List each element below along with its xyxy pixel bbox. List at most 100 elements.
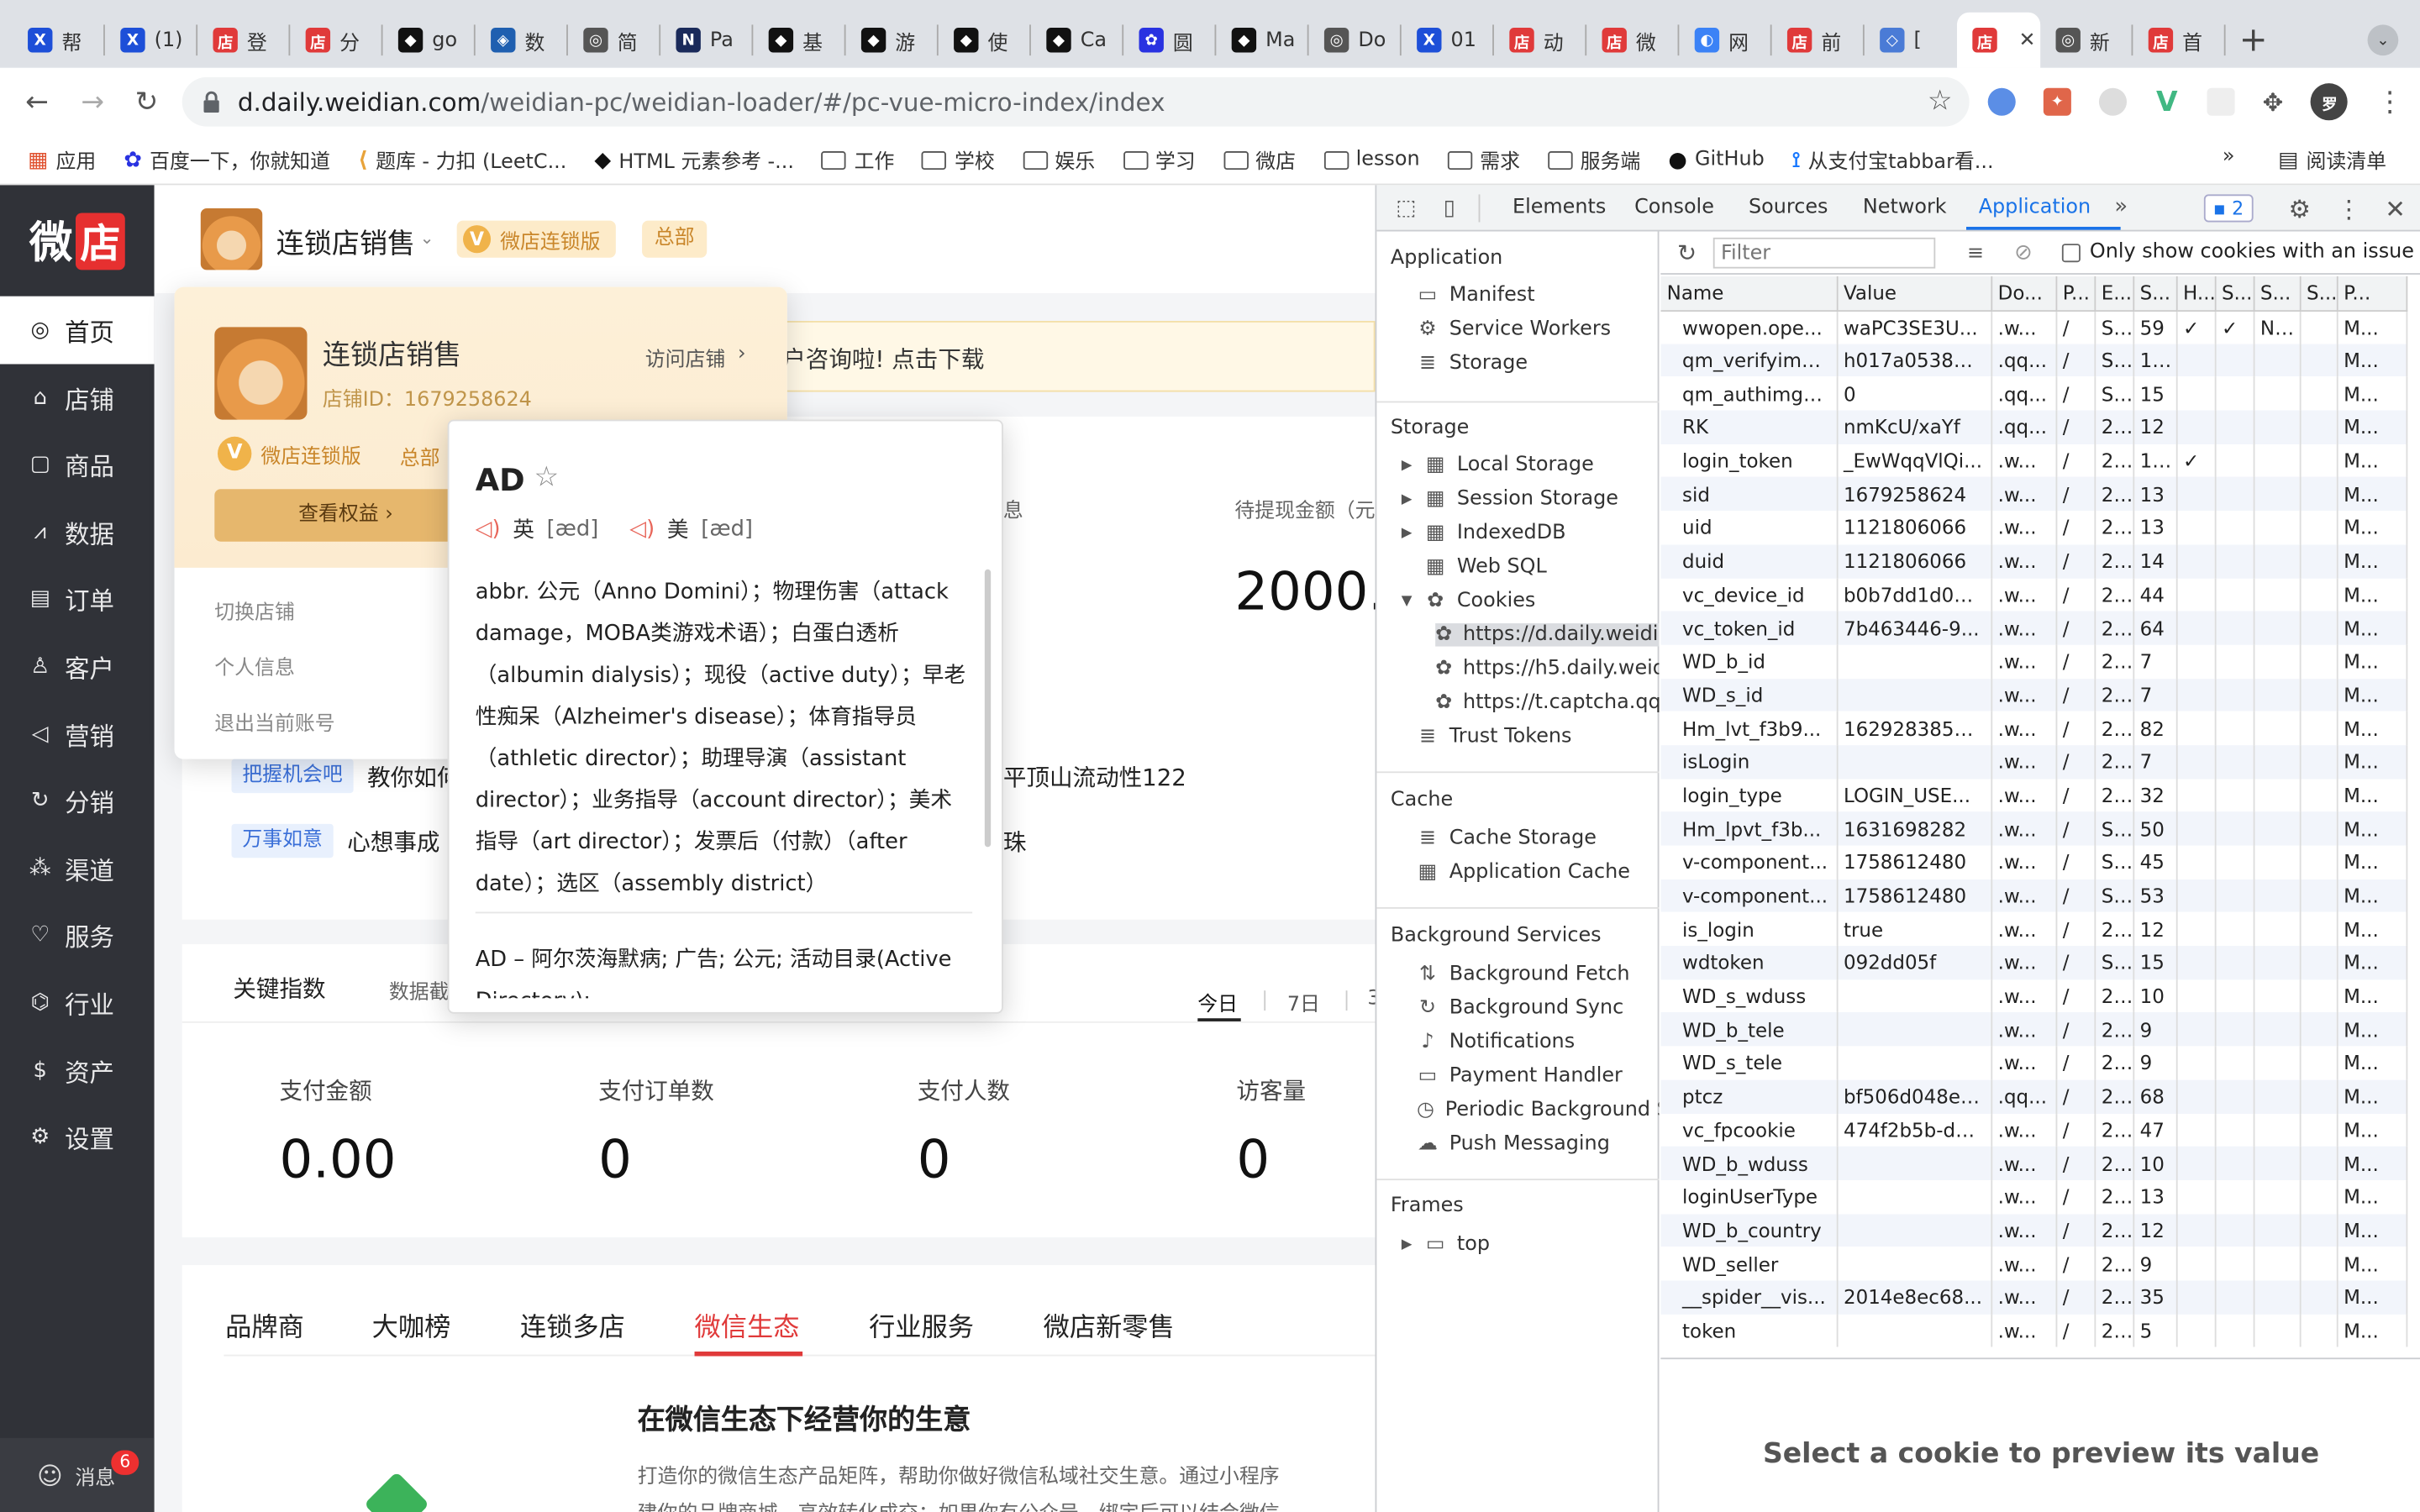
cookie-column-header[interactable]: S...: [2214, 276, 2254, 312]
only-issue-toggle[interactable]: Only show cookies with an issue: [2061, 241, 2414, 264]
news-text[interactable]: 心想事成: [347, 826, 439, 858]
cookie-row[interactable]: token .w.../2... 5 M...: [1660, 1314, 2407, 1348]
ecosystem-tab[interactable]: 品牌商: [225, 1305, 304, 1344]
bookmark-item[interactable]: 需求: [1447, 145, 1520, 175]
close-devtools-icon[interactable]: ✕: [2380, 193, 2411, 224]
cookie-row[interactable]: uid 1121806066 .w.../2... 13 M...: [1660, 511, 2407, 545]
sidebar-item[interactable]: ⌂ 店铺: [0, 364, 155, 432]
browser-tab[interactable]: ◈ 数: [476, 13, 568, 68]
cookie-row[interactable]: WD_s_id .w.../2... 7 M...: [1660, 678, 2407, 712]
cookie-row[interactable]: sid 1679258624 .w.../2... 13 M...: [1660, 477, 2407, 512]
browser-tab[interactable]: X 01: [1402, 13, 1494, 68]
browser-tab[interactable]: ✿ 圆: [1123, 13, 1216, 68]
browser-tab[interactable]: 店登: [197, 13, 290, 68]
cookie-row[interactable]: Hm_lvt_f3b9... 1629283855,... .w.../2... 82…: [1660, 711, 2407, 746]
tree-item[interactable]: ⚙ Service Workers: [1417, 318, 1659, 341]
expand-arrow-icon[interactable]: ▼: [1402, 593, 1414, 608]
cookie-row[interactable]: WD_seller .w.../2... 9 M...: [1660, 1247, 2407, 1281]
cookie-row[interactable]: qm_authimgs... 0 .qq... / S... 15 M...: [1660, 376, 2407, 411]
new-tab-button[interactable]: +: [2235, 21, 2272, 60]
cookie-column-header[interactable]: H...: [2175, 276, 2216, 312]
devtools-tab[interactable]: Network: [1863, 196, 1947, 219]
cookie-row[interactable]: Hm_lpvt_f3b... 1631698282 .w... / S... 50 M...: [1660, 811, 2407, 846]
cookie-column-header[interactable]: S...: [2299, 276, 2338, 312]
shop-avatar[interactable]: [200, 207, 263, 270]
expand-arrow-icon[interactable]: ▶: [1402, 1236, 1414, 1252]
tree-item[interactable]: ▦ Application Cache: [1417, 861, 1659, 885]
news-tail[interactable]: 平顶山流动性122: [1003, 761, 1186, 794]
expand-arrow-icon[interactable]: ▶: [1402, 491, 1414, 507]
cookie-column-header[interactable]: P...: [2055, 276, 2096, 312]
clear-cookies-icon[interactable]: ⊘: [2009, 239, 2037, 267]
tab-key-metrics[interactable]: 关键指数: [233, 972, 325, 1005]
tree-item[interactable]: ▶ ▦ Local Storage: [1402, 454, 1660, 477]
bookmark-item[interactable]: 娱乐: [1022, 145, 1095, 175]
cookie-row[interactable]: WD_b_tele .w.../2... 9 M...: [1660, 1012, 2407, 1047]
cookie-column-header[interactable]: P...: [2336, 276, 2407, 312]
browser-tab[interactable]: ◎ 新: [2040, 13, 2133, 68]
shop-menu-item[interactable]: 个人信息: [214, 651, 295, 680]
bookmark-item[interactable]: 学校: [922, 145, 995, 175]
news-text[interactable]: 教你如何: [367, 761, 460, 794]
cookie-row[interactable]: login_type LOGIN_USE... .w.../2... 32 M...: [1660, 778, 2407, 812]
cookie-column-header[interactable]: Name: [1660, 276, 1838, 312]
browser-tab[interactable]: 店首: [2133, 13, 2225, 68]
sidebar-item[interactable]: ♙ 客户: [0, 633, 155, 701]
shop-menu-item[interactable]: 切换店铺: [214, 596, 295, 625]
cookie-row[interactable]: WD_b_wduss .w.../2... 10 M...: [1660, 1147, 2407, 1180]
tree-item[interactable]: ☁ Push Messaging: [1417, 1132, 1659, 1156]
tree-item[interactable]: ▭ Payment Handler: [1417, 1064, 1659, 1088]
cookie-row[interactable]: v-component... 1758612480 .w... / S... 45 M...: [1660, 845, 2407, 879]
browser-tab[interactable]: N Pa: [660, 13, 753, 68]
cookie-row[interactable]: WD_s_wduss .w.../2... 10 M...: [1660, 979, 2407, 1013]
messages-button[interactable]: ☺ 消息 6: [0, 1437, 155, 1512]
browser-tab[interactable]: ◆ 使: [939, 13, 1031, 68]
cookie-row[interactable]: login_token _EwWqqVlQi... .w.../2... 1... ✓ M…: [1660, 444, 2407, 478]
devtools-tab[interactable]: Console: [1634, 196, 1714, 219]
sidebar-item[interactable]: ↻ 分销: [0, 767, 155, 835]
cookie-row[interactable]: vc_device_id b0b7dd1d0a... .w.../2... 44 M..…: [1660, 577, 2407, 612]
devtools-tab[interactable]: Sources: [1749, 196, 1828, 219]
sidebar-item[interactable]: ▤ 订单: [0, 565, 155, 633]
bookmark-item[interactable]: lesson: [1323, 148, 1420, 171]
inspect-icon[interactable]: ⬚: [1392, 194, 1420, 222]
browser-tab[interactable]: ◆ Ca: [1031, 13, 1123, 68]
bookmark-item[interactable]: 学习: [1123, 145, 1196, 175]
tree-item[interactable]: ⇅ Background Fetch: [1417, 963, 1659, 986]
us-pronunciation[interactable]: ◁) 美 [æd]: [629, 514, 753, 545]
tree-item[interactable]: ↻ Background Sync: [1417, 997, 1659, 1021]
bookmark-item[interactable]: ◆ HTML 元素参考 -...: [594, 145, 794, 174]
ecosystem-tab[interactable]: 连锁多店: [520, 1305, 625, 1344]
extension-3-icon[interactable]: [2098, 87, 2128, 116]
range-option[interactable]: 3: [1367, 988, 1375, 1011]
cookie-row[interactable]: WD_s_tele .w.../2... 9 M...: [1660, 1046, 2407, 1080]
range-option[interactable]: 7日: [1287, 988, 1320, 1017]
browser-tab[interactable]: 店 ✕: [1956, 12, 2041, 68]
ecosystem-tab[interactable]: 大咖榜: [372, 1305, 451, 1344]
bookmark-item[interactable]: ⟟ 从支付宝tabbar看...: [1792, 145, 1994, 174]
cookie-row[interactable]: __spider__vis... 2014e8ec68... .w.../2... 3…: [1660, 1280, 2407, 1315]
cookie-row[interactable]: vc_token_id 7b463446-9... .w.../2... 64 M...: [1660, 611, 2407, 645]
cookie-column-header[interactable]: S...: [2253, 276, 2301, 312]
kebab-menu-icon[interactable]: ⋮: [2375, 86, 2403, 118]
ecosystem-tab[interactable]: 微店新零售: [1044, 1305, 1175, 1344]
refresh-icon[interactable]: ↻: [1673, 239, 1701, 267]
cookie-column-header[interactable]: E...: [2094, 276, 2134, 312]
tree-item[interactable]: ◷ Periodic Background Sync: [1417, 1099, 1659, 1122]
tree-item[interactable]: ≣ Trust Tokens: [1417, 725, 1659, 748]
cookie-row[interactable]: is_login true .w.../2... 12 M...: [1660, 912, 2407, 947]
sidebar-item[interactable]: ⚙ 设置: [0, 1104, 155, 1172]
sidebar-item[interactable]: ♡ 服务: [0, 901, 155, 969]
cookie-column-header[interactable]: Do...: [1991, 276, 2057, 312]
cookie-row[interactable]: WD_b_country .w.../2... 12 M...: [1660, 1213, 2407, 1247]
settings-gear-icon[interactable]: ⚙: [2284, 193, 2315, 224]
cookie-column-header[interactable]: Value: [1836, 276, 1992, 312]
back-arrow-icon[interactable]: ←: [18, 83, 55, 120]
sidebar-item[interactable]: ▢ 商品: [0, 431, 155, 499]
devtools-tab[interactable]: Application: [1979, 196, 2091, 219]
tree-item[interactable]: ♪ Notifications: [1417, 1031, 1659, 1054]
cookie-row[interactable]: isLogin .w.../2... 7 M...: [1660, 745, 2407, 779]
view-rights-button[interactable]: 查看权益 ›: [214, 489, 477, 542]
sidebar-item[interactable]: ⩘ 数据: [0, 498, 155, 566]
bookmark-star-icon[interactable]: ☆: [1923, 83, 1957, 117]
